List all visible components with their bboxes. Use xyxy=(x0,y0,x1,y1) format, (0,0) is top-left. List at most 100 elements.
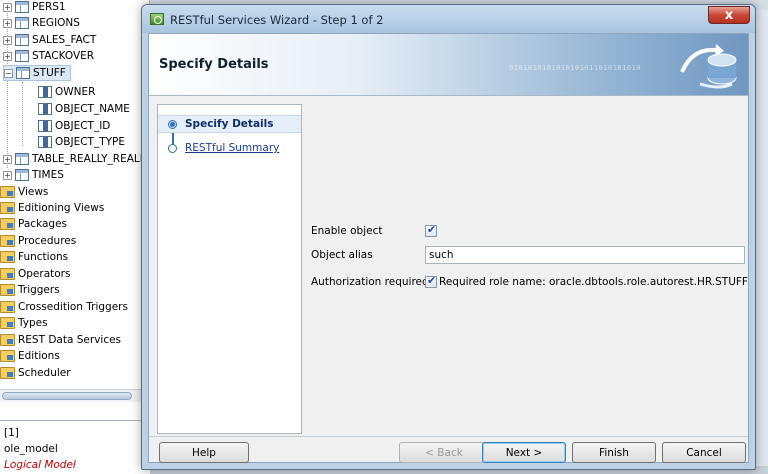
authorization-required-checkbox[interactable]: ✔ xyxy=(425,274,437,288)
table-icon xyxy=(16,67,30,79)
tree-item-label: SALES_FACT xyxy=(32,34,97,46)
wizard-icon xyxy=(150,13,164,25)
banner-binary-decoration: 0101010101010101011010101010 xyxy=(509,64,642,72)
folder-icon xyxy=(0,367,15,379)
tree-item-column[interactable]: OBJECT_ID xyxy=(38,118,110,134)
tree-item-label: Types xyxy=(18,317,48,329)
tree-item-table[interactable]: + SALES_FACT xyxy=(3,32,96,48)
step-restful-summary[interactable]: RESTful Summary xyxy=(158,139,301,157)
column-icon xyxy=(38,86,52,98)
tree-item-table[interactable]: + STACKOVER xyxy=(3,48,94,64)
tree-item-table-selected[interactable]: − STUFF xyxy=(3,65,71,81)
tree-item-table[interactable]: + REGIONS xyxy=(3,15,80,31)
checkmark-icon: ✔ xyxy=(427,274,437,287)
expand-toggle[interactable]: + xyxy=(3,154,12,164)
back-button[interactable]: < Back xyxy=(399,442,489,463)
tree-item-column[interactable]: OWNER xyxy=(38,84,95,100)
panel-line: ole_model xyxy=(4,443,58,455)
specify-details-form: Enable object ✔ Object alias Authorizati… xyxy=(309,104,748,434)
tree-item-table[interactable]: + PERS1 xyxy=(3,0,66,15)
restful-services-wizard-dialog: RESTful Services Wizard - Step 1 of 2 x … xyxy=(141,4,756,470)
tree-item-label: Packages xyxy=(18,218,67,230)
tree-item-label: Crossedition Triggers xyxy=(18,301,128,313)
tree-folder-scheduler[interactable]: Scheduler xyxy=(0,365,71,381)
collapse-toggle[interactable]: − xyxy=(4,68,13,78)
expand-toggle[interactable]: + xyxy=(3,35,12,45)
tree-folder-functions[interactable]: Functions xyxy=(0,249,68,265)
wizard-banner: Specify Details 010101010101010101101010… xyxy=(149,34,748,96)
tree-folder-operators[interactable]: Operators xyxy=(0,266,70,282)
tree-horizontal-scrollbar[interactable] xyxy=(0,389,149,402)
logical-model-link[interactable]: Logical Model xyxy=(4,459,76,471)
table-icon xyxy=(15,50,29,62)
tree-folder-editioning-views[interactable]: Editioning Views xyxy=(0,200,104,216)
tree-folder-crossedition-triggers[interactable]: Crossedition Triggers xyxy=(0,299,128,315)
tree-item-label: REST Data Services xyxy=(18,334,122,346)
expand-toggle[interactable]: + xyxy=(3,18,12,28)
tree-item-label: OBJECT_ID xyxy=(55,120,111,132)
column-icon xyxy=(38,103,52,115)
folder-icon xyxy=(0,202,15,214)
expand-toggle[interactable]: + xyxy=(3,51,12,61)
finish-button[interactable]: Finish xyxy=(572,442,656,463)
tree-item-label: STACKOVER xyxy=(32,50,95,62)
tree-item-label: TIMES xyxy=(32,169,64,181)
tree-item-label: Editions xyxy=(18,350,60,362)
connections-tree[interactable]: + PERS1 + REGIONS + SALES_FACT + STACKOV… xyxy=(0,0,150,420)
step-link[interactable]: RESTful Summary xyxy=(185,142,279,154)
tree-folder-views[interactable]: Views xyxy=(0,184,48,200)
help-button[interactable]: Help xyxy=(159,442,249,463)
expand-toggle[interactable]: + xyxy=(3,170,12,180)
table-icon xyxy=(15,153,29,165)
step-specify-details[interactable]: Specify Details xyxy=(158,115,301,133)
enable-object-checkbox[interactable]: ✔ xyxy=(425,223,437,237)
checkmark-icon: ✔ xyxy=(427,223,437,236)
object-alias-input[interactable] xyxy=(425,246,745,264)
authorization-required-label: Authorization required xyxy=(311,276,429,288)
tree-item-label: Editioning Views xyxy=(18,202,105,214)
dialog-title: RESTful Services Wizard - Step 1 of 2 xyxy=(170,13,384,27)
close-button[interactable]: x xyxy=(708,6,750,24)
step-icon xyxy=(168,143,177,153)
tree-item-label: OBJECT_NAME xyxy=(55,103,130,115)
next-button[interactable]: Next > xyxy=(482,442,566,463)
tree-item-label: OWNER xyxy=(55,86,96,98)
tree-folder-packages[interactable]: Packages xyxy=(0,216,67,232)
tree-item-column[interactable]: OBJECT_TYPE xyxy=(38,134,125,150)
panel-line: [1] xyxy=(4,427,19,439)
tree-item-label: Scheduler xyxy=(18,367,71,379)
tree-folder-editions[interactable]: Editions xyxy=(0,348,60,364)
tree-item-label: REGIONS xyxy=(32,17,80,29)
required-role-name: Required role name: oracle.dbtools.role.… xyxy=(439,276,748,288)
expand-toggle[interactable]: + xyxy=(3,2,12,12)
tree-folder-triggers[interactable]: Triggers xyxy=(0,282,60,298)
structure-panel: [1] ole_model Logical Model xyxy=(0,420,150,474)
tree-folder-types[interactable]: Types xyxy=(0,315,48,331)
table-icon xyxy=(15,169,29,181)
column-icon xyxy=(38,136,52,148)
tree-folder-procedures[interactable]: Procedures xyxy=(0,233,76,249)
footer-separator xyxy=(149,436,748,437)
banner-title: Specify Details xyxy=(159,57,269,72)
tree-item-table[interactable]: + TABLE_REALLY_REALL xyxy=(3,151,146,167)
column-icon xyxy=(38,120,52,132)
tree-item-column[interactable]: OBJECT_NAME xyxy=(38,101,130,117)
cancel-button[interactable]: Cancel xyxy=(662,442,746,463)
tree-item-label: Views xyxy=(18,186,49,198)
folder-icon xyxy=(0,186,15,198)
folder-icon xyxy=(0,284,15,296)
scrollbar-thumb[interactable] xyxy=(2,392,132,400)
folder-icon xyxy=(0,251,15,263)
tree-item-label: STUFF xyxy=(33,67,66,79)
object-alias-label: Object alias xyxy=(311,249,373,261)
folder-icon xyxy=(0,268,15,280)
close-icon: x xyxy=(724,7,734,23)
folder-icon xyxy=(0,317,15,329)
tree-item-label: Triggers xyxy=(18,284,60,296)
dialog-titlebar[interactable]: RESTful Services Wizard - Step 1 of 2 x xyxy=(142,5,755,33)
tree-item-table[interactable]: + TIMES xyxy=(3,167,64,183)
current-step-icon xyxy=(168,119,177,129)
folder-icon xyxy=(0,334,15,346)
table-icon xyxy=(15,1,29,13)
tree-folder-rest-data-services[interactable]: REST Data Services xyxy=(0,332,121,348)
